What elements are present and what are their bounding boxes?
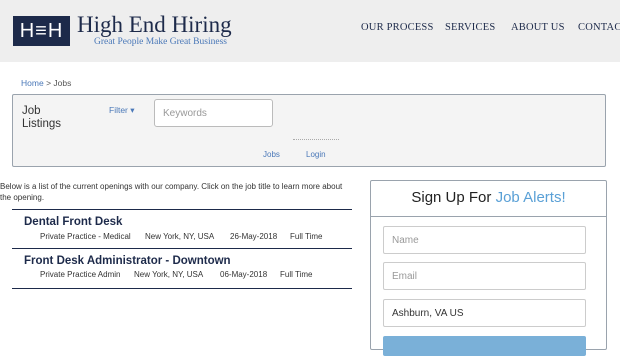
signup-heading-text: Sign Up For — [411, 189, 492, 206]
job-title-link[interactable]: Dental Front Desk — [24, 216, 122, 228]
email-field[interactable] — [383, 262, 586, 290]
job-location: New York, NY, USA — [145, 232, 215, 241]
filter-dropdown[interactable]: Filter ▾ — [109, 105, 135, 116]
job-date: 06-May-2018 — [220, 270, 268, 279]
panel-title: Job Listings — [22, 105, 61, 130]
job-row: Dental Front Desk Private Practice - Med… — [12, 209, 352, 250]
divider — [293, 139, 339, 140]
signup-heading-accent: Job Alerts! — [495, 189, 566, 206]
listing-intro: Below is a list of the current openings … — [0, 182, 343, 202]
job-type: Full Time — [280, 270, 313, 279]
brand-tagline: Great People Make Great Business — [94, 37, 227, 47]
job-location: New York, NY, USA — [134, 270, 204, 279]
location-field[interactable] — [383, 299, 586, 327]
logo-mark[interactable]: H≡H — [13, 16, 70, 46]
keywords-input[interactable] — [154, 99, 273, 127]
job-title-link[interactable]: Front Desk Administrator - Downtown — [24, 255, 231, 267]
nav-our-process[interactable]: OUR PROCESS — [361, 22, 434, 33]
signup-submit-button[interactable] — [383, 336, 586, 356]
job-filter-panel: Job Listings Filter ▾ Jobs Login — [12, 94, 606, 167]
breadcrumb-separator: > — [46, 78, 52, 88]
nav-contact[interactable]: CONTACT — [578, 22, 620, 33]
signup-heading: Sign Up For Job Alerts! — [371, 181, 606, 217]
breadcrumb: Home > Jobs — [21, 78, 71, 88]
nav-about-us[interactable]: ABOUT US — [511, 22, 565, 33]
jobs-link[interactable]: Jobs — [263, 150, 280, 159]
site-header: H≡H High End Hiring Great People Make Gr… — [0, 0, 620, 62]
breadcrumb-current: Jobs — [53, 78, 72, 88]
job-company: Private Practice Admin — [40, 270, 121, 279]
job-alert-signup: Sign Up For Job Alerts! — [370, 180, 607, 356]
job-company: Private Practice - Medical — [40, 232, 131, 241]
job-row: Front Desk Administrator - Downtown Priv… — [12, 248, 352, 289]
nav-services[interactable]: SERVICES — [445, 22, 495, 33]
job-type: Full Time — [290, 232, 323, 241]
job-date: 26-May-2018 — [230, 232, 278, 241]
breadcrumb-home[interactable]: Home — [21, 78, 44, 88]
login-link[interactable]: Login — [306, 150, 326, 159]
name-field[interactable] — [383, 226, 586, 254]
brand-name[interactable]: High End Hiring — [77, 12, 232, 38]
